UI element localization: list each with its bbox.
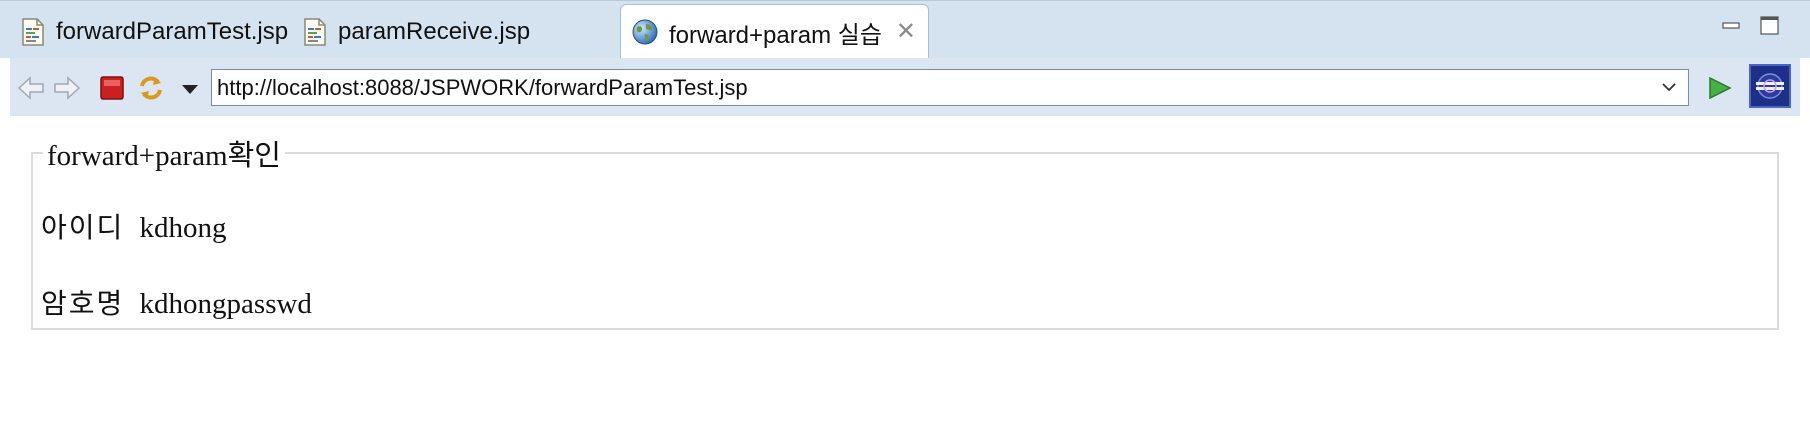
globe-icon (632, 19, 658, 45)
password-value: kdhongpasswd (139, 288, 312, 320)
refresh-icon[interactable] (136, 74, 166, 102)
password-row: 암호명 kdhongpasswd (41, 282, 312, 322)
id-value: kdhong (139, 212, 227, 244)
jsp-file-icon (22, 17, 44, 46)
tab-label: forward+param 실습 (669, 21, 882, 49)
tab-label: forwardParamTest.jsp (56, 17, 289, 45)
go-play-icon[interactable] (1703, 74, 1735, 102)
close-tab-icon[interactable]: ✕ (896, 20, 916, 44)
url-input[interactable]: http://localhost:8088/JSPWORK/forwardPar… (211, 69, 1689, 106)
tab-label: paramReceive.jsp (338, 17, 531, 45)
browser-toolbar: http://localhost:8088/JSPWORK/forwardPar… (10, 58, 1800, 116)
confirm-fieldset: forward+param확인 아이디 kdhong 암호명 kdhongpas… (31, 132, 1779, 330)
minimize-icon[interactable] (1721, 15, 1741, 35)
tab-paramreceive[interactable]: paramReceive.jsp (302, 4, 530, 59)
forward-arrow-icon[interactable] (52, 74, 82, 102)
tab-forwardparamtest[interactable]: forwardParamTest.jsp (20, 4, 288, 59)
url-text: http://localhost:8088/JSPWORK/forwardPar… (217, 75, 748, 100)
maximize-icon[interactable] (1759, 15, 1781, 37)
id-label: 아이디 (41, 211, 125, 244)
tab-forward-param-practice[interactable]: forward+param 실습 ✕ (620, 4, 930, 59)
stop-icon[interactable] (97, 74, 127, 102)
dropdown-menu-icon[interactable] (175, 74, 205, 102)
back-arrow-icon[interactable] (16, 74, 46, 102)
eclipse-icon[interactable] (1749, 64, 1791, 108)
jsp-file-icon (304, 17, 326, 46)
browser-viewport: forward+param확인 아이디 kdhong 암호명 kdhongpas… (0, 118, 1810, 434)
password-label: 암호명 (41, 287, 125, 320)
id-row: 아이디 kdhong (41, 206, 227, 246)
chevron-down-icon[interactable] (1660, 70, 1678, 105)
editor-tab-bar: forwardParamTest.jsp paramReceive.jsp fo… (0, 0, 1810, 59)
fieldset-legend: forward+param확인 (47, 140, 281, 172)
